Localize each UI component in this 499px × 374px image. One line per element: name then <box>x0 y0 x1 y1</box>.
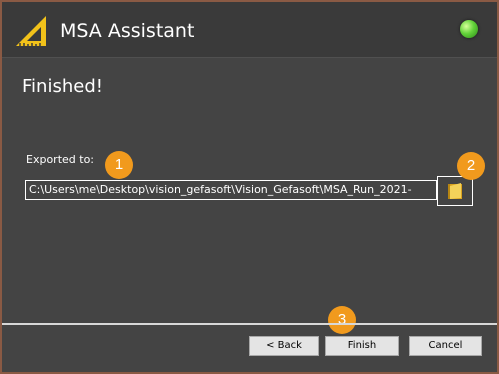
callout-badge-1: 1 <box>105 151 133 179</box>
footer-divider <box>2 323 497 325</box>
cancel-button[interactable]: Cancel <box>409 336 482 356</box>
green-status-light-icon <box>460 20 478 38</box>
title-bar: MSA Assistant <box>2 2 497 57</box>
msa-assistant-window: MSA Assistant Finished! Exported to: C:\… <box>2 2 497 372</box>
finish-button[interactable]: Finish <box>325 336 399 356</box>
page-title: Finished! <box>22 76 103 97</box>
export-path-field[interactable]: C:\Users\me\Desktop\vision_gefasoft\Visi… <box>25 180 437 200</box>
back-button[interactable]: < Back <box>249 336 319 356</box>
callout-badge-3: 3 <box>328 306 356 334</box>
callout-badge-2: 2 <box>457 152 485 180</box>
window-title: MSA Assistant <box>60 20 195 42</box>
exported-to-label: Exported to: <box>26 153 95 166</box>
browse-folder-button[interactable] <box>437 176 473 206</box>
ruler-triangle-icon <box>16 16 46 46</box>
title-divider <box>2 57 497 58</box>
folder-icon <box>448 183 462 199</box>
